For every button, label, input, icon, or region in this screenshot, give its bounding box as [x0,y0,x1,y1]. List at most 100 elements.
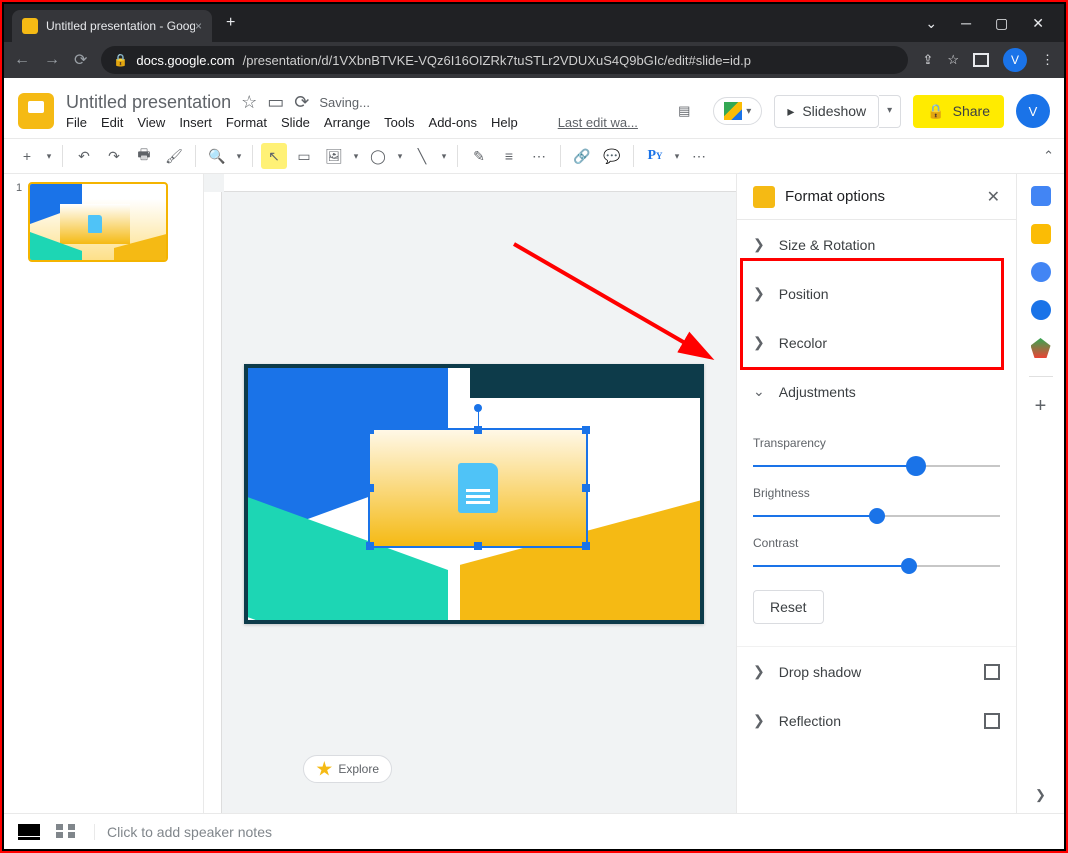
speaker-notes-input[interactable]: Click to add speaker notes [94,824,1050,840]
explore-button[interactable]: Explore [303,755,392,783]
grid-view-button[interactable] [56,824,78,840]
profile-avatar[interactable]: V [1003,48,1027,72]
keep-icon[interactable] [1031,224,1051,244]
bookmark-icon[interactable]: ☆ [947,52,959,68]
drop-shadow-checkbox[interactable] [984,664,1000,680]
new-tab-button[interactable]: + [226,14,235,32]
image-caret[interactable]: ▾ [351,143,361,169]
resize-handle-br[interactable] [582,542,590,550]
textbox-tool[interactable]: ▭ [291,143,317,169]
menu-slide[interactable]: Slide [281,115,310,130]
link-button[interactable]: 🔗 [569,143,595,169]
hide-side-rail-icon[interactable]: ❯ [1035,787,1046,803]
more-button[interactable]: ⋯ [686,143,712,169]
slideshow-button[interactable]: ▸ Slideshow [774,95,879,128]
filmstrip-view-button[interactable] [18,824,40,840]
chevron-down-icon[interactable]: ⌄ [925,15,937,32]
move-icon[interactable]: ▭ [267,92,284,113]
comments-button[interactable]: ▤ [667,94,701,128]
comment-button[interactable]: 💬 [599,143,625,169]
slides-logo-icon[interactable] [18,93,54,129]
tasks-icon[interactable] [1031,262,1051,282]
brightness-slider[interactable] [753,508,1000,524]
reload-button[interactable]: ⟳ [74,50,87,70]
transparency-slider[interactable] [753,458,1000,474]
section-recolor[interactable]: ❯ Recolor [737,318,1016,367]
share-button[interactable]: 🔒 Share [913,95,1004,128]
image-tool[interactable]: 🖼 [321,143,347,169]
zoom-caret[interactable]: ▾ [234,143,244,169]
calendar-icon[interactable] [1031,186,1051,206]
slide-thumbnail[interactable] [28,182,168,262]
border-dash-button[interactable]: ⋯ [526,143,552,169]
resize-handle-t[interactable] [474,426,482,434]
slideshow-caret[interactable]: ▾ [879,95,901,128]
resize-handle-tr[interactable] [582,426,590,434]
resize-handle-b[interactable] [474,542,482,550]
last-edit-link[interactable]: Last edit wa... [558,115,638,130]
zoom-button[interactable]: 🔍 [204,143,230,169]
menu-insert[interactable]: Insert [179,115,212,130]
section-adjustments[interactable]: ⌄ Adjustments [737,367,1016,416]
section-position[interactable]: ❯ Position [737,269,1016,318]
ruler-horizontal[interactable] [224,174,736,192]
resize-handle-tl[interactable] [366,426,374,434]
close-tab-icon[interactable]: × [195,19,202,33]
add-addon-button[interactable]: + [1035,395,1047,418]
reset-button[interactable]: Reset [753,590,824,624]
redo-button[interactable]: ↷ [101,143,127,169]
browser-tab[interactable]: Untitled presentation - Google Sl × [12,10,212,42]
ruler-vertical[interactable] [204,192,222,813]
contacts-icon[interactable] [1031,300,1051,320]
close-sidebar-icon[interactable]: ✕ [987,187,1000,207]
new-slide-caret[interactable]: ▾ [44,143,54,169]
format-options-button[interactable]: PY [642,143,668,169]
account-avatar[interactable]: V [1016,94,1050,128]
slide[interactable] [244,364,704,624]
maximize-icon[interactable]: ▢ [995,15,1008,32]
line-tool[interactable]: ╲ [409,143,435,169]
section-size-rotation[interactable]: ❯ Size & Rotation [737,220,1016,269]
paint-format-button[interactable]: 🖌 [161,143,187,169]
reflection-checkbox[interactable] [984,713,1000,729]
back-button[interactable]: ← [14,51,30,69]
select-tool[interactable]: ↖ [261,143,287,169]
shape-tool[interactable]: ◯ [365,143,391,169]
line-caret[interactable]: ▾ [439,143,449,169]
undo-button[interactable]: ↶ [71,143,97,169]
kebab-menu-icon[interactable]: ⋮ [1041,52,1054,68]
selected-image[interactable] [368,428,588,548]
menu-tools[interactable]: Tools [384,115,414,130]
minimize-icon[interactable]: ─ [961,15,971,32]
doc-title[interactable]: Untitled presentation [66,92,231,113]
print-button[interactable]: 🖶 [131,143,157,169]
star-icon[interactable]: ☆ [241,92,257,113]
share-url-icon[interactable]: ⇪ [922,52,933,68]
menu-format[interactable]: Format [226,115,267,130]
border-color-button[interactable]: ✎ [466,143,492,169]
collapse-toolbar-icon[interactable]: ⌃ [1043,148,1054,164]
omnibox[interactable]: 🔒 docs.google.com/presentation/d/1VXbnBT… [101,46,908,74]
menu-view[interactable]: View [137,115,165,130]
menu-addons[interactable]: Add-ons [429,115,477,130]
border-weight-button[interactable]: ≡ [496,143,522,169]
panel-icon[interactable] [973,53,989,67]
menu-help[interactable]: Help [491,115,518,130]
section-reflection[interactable]: ❯ Reflection [737,696,1016,745]
maps-icon[interactable] [1031,338,1051,358]
format-options-caret[interactable]: ▾ [672,143,682,169]
meet-button[interactable]: ▾ [713,97,762,125]
shape-caret[interactable]: ▾ [395,143,405,169]
resize-handle-r[interactable] [582,484,590,492]
contrast-slider[interactable] [753,558,1000,574]
rotation-handle[interactable] [474,404,482,412]
menu-file[interactable]: File [66,115,87,130]
new-slide-button[interactable]: + [14,143,40,169]
section-drop-shadow[interactable]: ❯ Drop shadow [737,646,1016,696]
menu-arrange[interactable]: Arrange [324,115,370,130]
resize-handle-bl[interactable] [366,542,374,550]
resize-handle-l[interactable] [366,484,374,492]
forward-button[interactable]: → [44,51,60,69]
close-window-icon[interactable]: ✕ [1032,15,1044,32]
menu-edit[interactable]: Edit [101,115,123,130]
